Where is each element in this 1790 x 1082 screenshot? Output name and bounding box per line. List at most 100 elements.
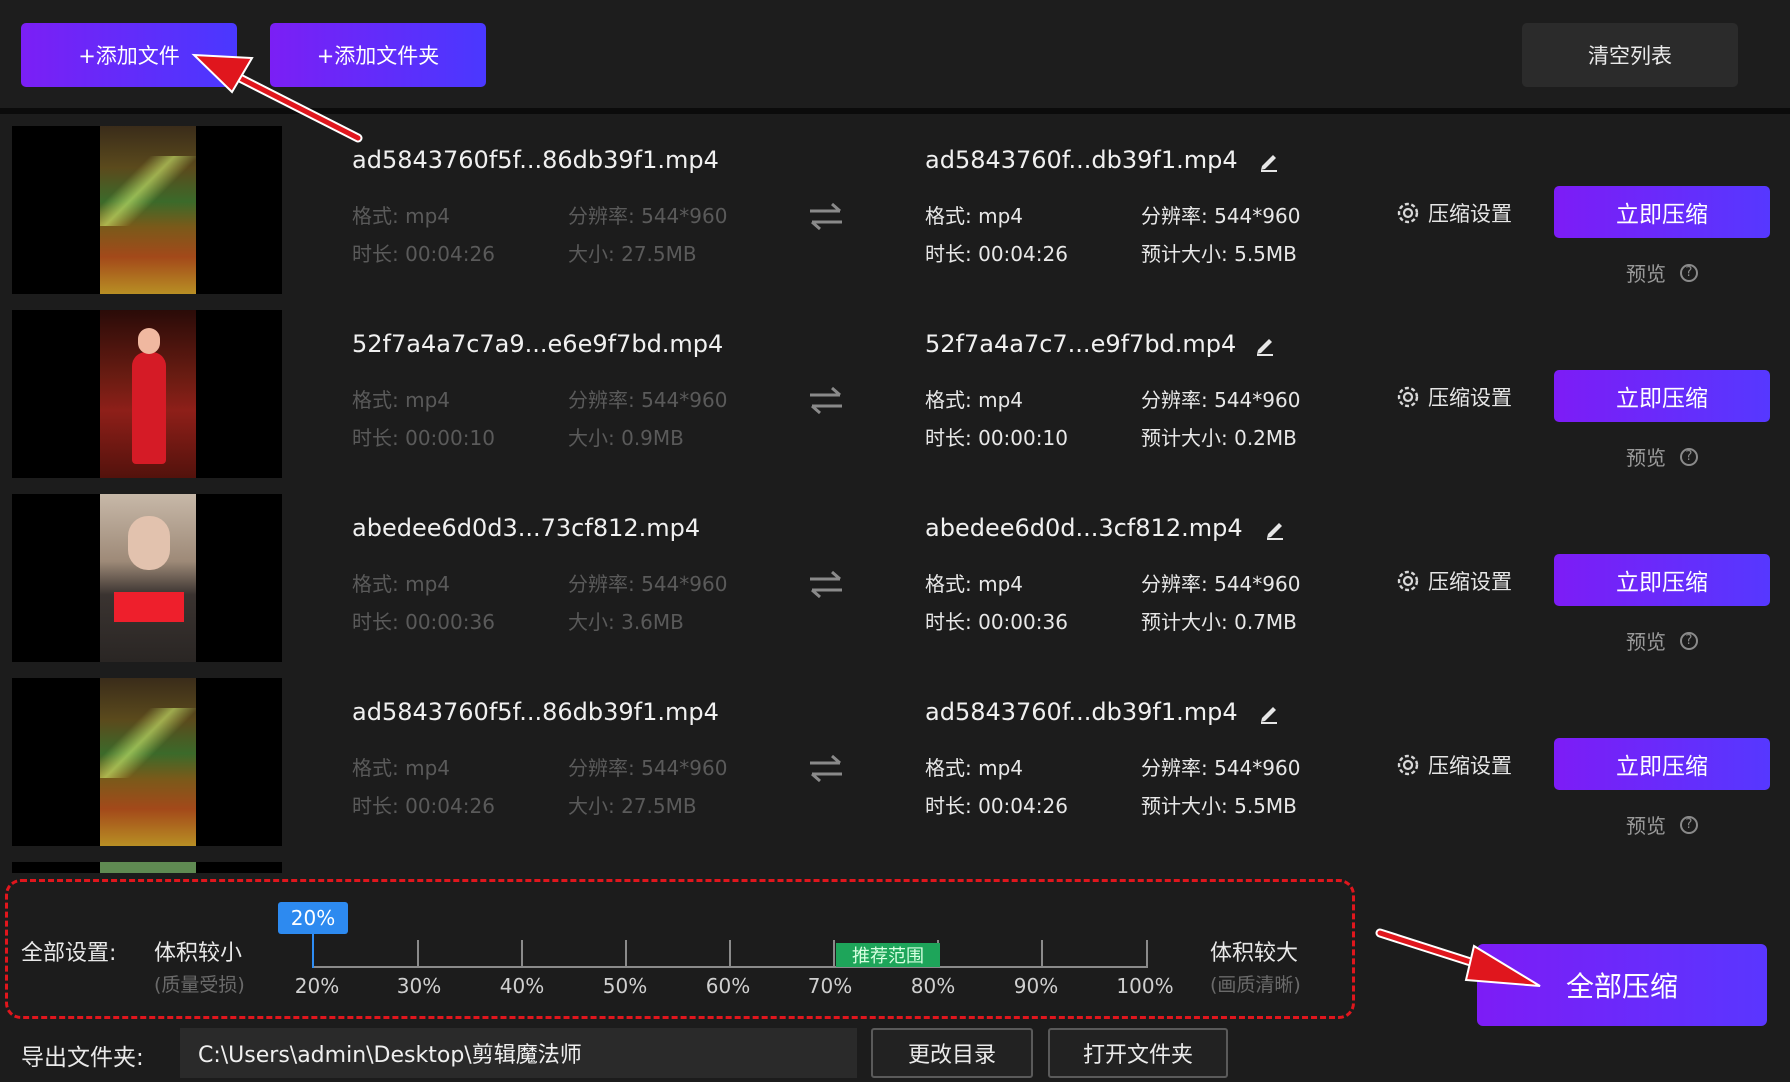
slider-tick <box>1146 940 1148 966</box>
output-format: 格式: mp4 <box>925 572 1023 596</box>
preview-link[interactable]: 预览 ? <box>1626 442 1698 471</box>
slider-tick-label: 30% <box>396 974 442 998</box>
preview-label: 预览 <box>1626 446 1666 470</box>
source-size: 大小: 0.9MB <box>568 426 684 450</box>
help-icon[interactable]: ? <box>1680 447 1698 466</box>
source-format: 格式: mp4 <box>352 572 450 596</box>
output-estimated-size: 预计大小: 0.7MB <box>1141 610 1297 634</box>
source-duration: 时长: 00:00:10 <box>352 426 495 450</box>
source-file-name: ad5843760f5f...86db39f1.mp4 <box>352 698 719 726</box>
compress-settings-button[interactable]: 压缩设置 <box>1394 750 1512 780</box>
compress-settings-label: 压缩设置 <box>1428 570 1512 594</box>
compress-all-button[interactable]: 全部压缩 <box>1477 944 1767 1026</box>
output-format: 格式: mp4 <box>925 204 1023 228</box>
video-thumbnail <box>12 862 282 873</box>
edit-pencil-icon[interactable] <box>1258 702 1280 724</box>
video-thumbnail <box>12 310 282 478</box>
source-duration: 时长: 00:04:26 <box>352 794 495 818</box>
output-format: 格式: mp4 <box>925 388 1023 412</box>
open-folder-button[interactable]: 打开文件夹 <box>1048 1028 1228 1078</box>
output-resolution: 分辨率: 544*960 <box>1141 204 1301 228</box>
source-size: 大小: 27.5MB <box>568 794 697 818</box>
compress-settings-button[interactable]: 压缩设置 <box>1394 566 1512 596</box>
gear-icon <box>1397 386 1419 408</box>
slider-tick-label: 20% <box>294 974 340 998</box>
swap-arrows-icon <box>810 386 842 414</box>
change-directory-button[interactable]: 更改目录 <box>871 1028 1033 1078</box>
compress-settings-label: 压缩设置 <box>1428 202 1512 226</box>
video-thumbnail <box>12 494 282 662</box>
source-size: 大小: 3.6MB <box>568 610 684 634</box>
quality-loss-note: (质量受损) <box>154 974 245 996</box>
slider-tick-label: 70% <box>807 974 853 998</box>
smaller-size-label: 体积较小 <box>154 941 243 966</box>
source-resolution: 分辨率: 544*960 <box>568 572 728 596</box>
output-estimated-size: 预计大小: 0.2MB <box>1141 426 1297 450</box>
source-file-name: 52f7a4a7c7a9...e6e9f7bd.mp4 <box>352 330 724 358</box>
clear-quality-note: (画质清晰) <box>1210 974 1301 996</box>
slider-tick <box>625 940 627 966</box>
toolbar-divider <box>0 108 1790 114</box>
preview-link[interactable]: 预览 ? <box>1626 810 1698 839</box>
slider-tick <box>417 940 419 966</box>
source-duration: 时长: 00:04:26 <box>352 242 495 266</box>
edit-pencil-icon[interactable] <box>1264 518 1286 540</box>
edit-pencil-icon[interactable] <box>1254 334 1276 356</box>
slider-tick-label: 80% <box>910 974 956 998</box>
source-resolution: 分辨率: 544*960 <box>568 388 728 412</box>
output-file-name: 52f7a4a7c7...e9f7bd.mp4 <box>925 330 1237 358</box>
add-folder-button[interactable]: +添加文件夹 <box>270 23 486 87</box>
compress-now-button[interactable]: 立即压缩 <box>1554 738 1770 790</box>
output-duration: 时长: 00:04:26 <box>925 242 1068 266</box>
video-thumbnail <box>12 678 282 846</box>
slider-tick <box>729 940 731 966</box>
output-file-name: ad5843760f...db39f1.mp4 <box>925 146 1238 174</box>
source-resolution: 分辨率: 544*960 <box>568 204 728 228</box>
compress-now-button[interactable]: 立即压缩 <box>1554 370 1770 422</box>
compress-settings-button[interactable]: 压缩设置 <box>1394 382 1512 412</box>
gear-icon <box>1397 202 1419 224</box>
swap-arrows-icon <box>810 754 842 782</box>
slider-tick-label: 60% <box>705 974 751 998</box>
gear-icon <box>1397 570 1419 592</box>
recommended-range-badge: 推荐范围 <box>836 943 940 967</box>
source-duration: 时长: 00:00:36 <box>352 610 495 634</box>
preview-link[interactable]: 预览 ? <box>1626 626 1698 655</box>
swap-arrows-icon <box>810 570 842 598</box>
slider-track[interactable] <box>312 966 1148 968</box>
compress-settings-button[interactable]: 压缩设置 <box>1394 198 1512 228</box>
source-size: 大小: 27.5MB <box>568 242 697 266</box>
source-file-name: ad5843760f5f...86db39f1.mp4 <box>352 146 719 174</box>
slider-tick <box>833 940 835 966</box>
file-row: ad5843760f5f...86db39f1.mp4 格式: mp4 分辨率:… <box>0 118 1790 298</box>
slider-value-bubble: 20% <box>278 902 348 934</box>
help-icon[interactable]: ? <box>1680 815 1698 834</box>
source-format: 格式: mp4 <box>352 388 450 412</box>
preview-label: 预览 <box>1626 814 1666 838</box>
preview-link[interactable]: 预览 ? <box>1626 258 1698 287</box>
help-icon[interactable]: ? <box>1680 263 1698 282</box>
slider-tick <box>1041 940 1043 966</box>
output-resolution: 分辨率: 544*960 <box>1141 756 1301 780</box>
compress-now-button[interactable]: 立即压缩 <box>1554 554 1770 606</box>
slider-tick-label: 40% <box>499 974 545 998</box>
clear-list-button[interactable]: 清空列表 <box>1522 23 1738 87</box>
export-folder-label: 导出文件夹: <box>21 1045 144 1071</box>
help-icon[interactable]: ? <box>1680 631 1698 650</box>
add-file-button[interactable]: +添加文件 <box>21 23 237 87</box>
file-row: ad5843760f5f...86db39f1.mp4 格式: mp4 分辨率:… <box>0 670 1790 850</box>
source-format: 格式: mp4 <box>352 204 450 228</box>
output-duration: 时长: 00:04:26 <box>925 794 1068 818</box>
swap-arrows-icon <box>810 202 842 230</box>
output-estimated-size: 预计大小: 5.5MB <box>1141 794 1297 818</box>
file-row: abedee6d0d3...73cf812.mp4 格式: mp4 分辨率: 5… <box>0 486 1790 666</box>
slider-handle[interactable] <box>312 932 314 968</box>
compress-now-button[interactable]: 立即压缩 <box>1554 186 1770 238</box>
source-format: 格式: mp4 <box>352 756 450 780</box>
output-file-name: abedee6d0d...3cf812.mp4 <box>925 514 1243 542</box>
preview-label: 预览 <box>1626 262 1666 286</box>
export-path-field[interactable]: C:\Users\admin\Desktop\剪辑魔法师 <box>180 1028 857 1078</box>
edit-pencil-icon[interactable] <box>1258 150 1280 172</box>
global-settings-label: 全部设置: <box>21 941 117 966</box>
output-duration: 时长: 00:00:36 <box>925 610 1068 634</box>
